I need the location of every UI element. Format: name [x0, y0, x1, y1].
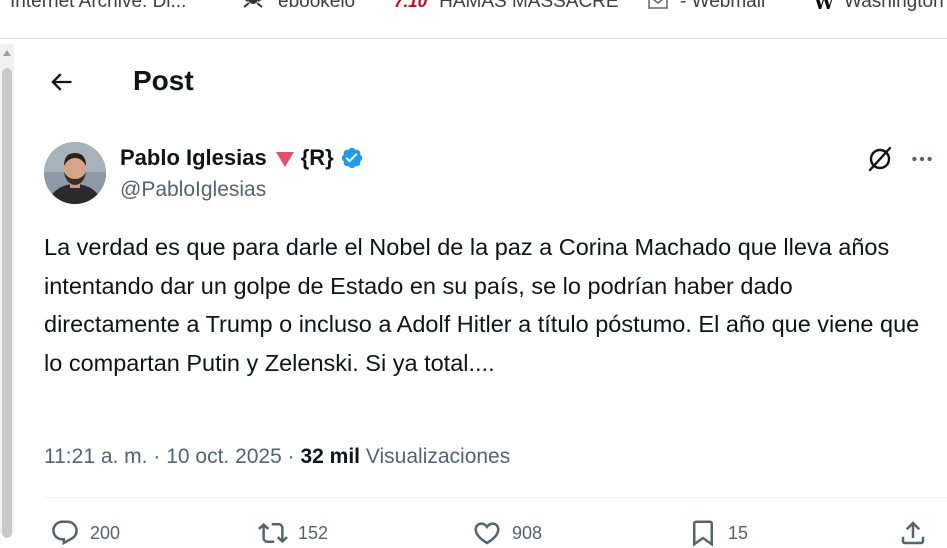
reply-count: 200 [90, 522, 121, 543]
bookmark-label: Internet Archive: Di... [10, 0, 187, 12]
bookmark-label: HAMAS MASSACRE [439, 0, 619, 12]
bookmark-button[interactable]: 15 [688, 518, 748, 548]
more-options-button[interactable] [906, 143, 938, 175]
verified-badge-icon [340, 146, 364, 170]
bookmarks-bar: Internet Archive: Di... ebookelo 7.10 HA… [0, 0, 947, 39]
author-handle[interactable]: @PabloIglesias [120, 176, 266, 204]
bookmark-washington[interactable]: W Washington [812, 0, 944, 14]
scrollbar[interactable] [0, 44, 14, 538]
meta-separator: · [153, 445, 161, 468]
author-tag: {R} [300, 145, 334, 170]
views-count: 32 mil [300, 445, 361, 468]
like-count: 908 [512, 522, 543, 543]
meta-separator: · [287, 445, 295, 468]
share-icon [901, 521, 925, 545]
bookmark-label: - Webmail [680, 0, 766, 12]
bookmark-hamas-massacre[interactable]: 7.10 HAMAS MASSACRE [394, 0, 619, 14]
post-text: La verdad es que para darle el Nobel de … [44, 234, 920, 376]
bookmark-count: 15 [728, 522, 749, 543]
back-button[interactable] [42, 63, 80, 101]
bookmark-internet-archive[interactable]: Internet Archive: Di... [10, 0, 186, 14]
avatar[interactable] [44, 142, 106, 204]
bookmark-webmail[interactable]: - Webmail [648, 0, 765, 14]
grok-icon [868, 146, 892, 172]
post-time[interactable]: 11:21 a. m. [44, 445, 148, 468]
more-dots-icon [912, 156, 932, 162]
post-meta: 11:21 a. m. · 10 oct. 2025 · 32 mil Visu… [44, 442, 510, 472]
reply-button[interactable]: 200 [50, 518, 120, 548]
scroll-up-arrow-icon[interactable] [3, 50, 11, 56]
divider [44, 497, 947, 498]
share-button[interactable] [898, 518, 938, 548]
post-date[interactable]: 10 oct. 2025 [166, 445, 282, 468]
views-label: Visualizaciones [365, 445, 511, 468]
seven-ten-badge: 7.10 [394, 0, 428, 11]
washington-post-icon: W [812, 0, 832, 12]
repost-count: 152 [298, 522, 329, 543]
repost-icon [258, 522, 288, 544]
svg-text:W: W [813, 0, 832, 12]
arrow-left-icon [51, 73, 72, 91]
author-name-row[interactable]: Pablo Iglesias {R} [120, 144, 364, 172]
repost-button[interactable]: 152 [258, 518, 328, 548]
bookmark-ebookelo[interactable]: ebookelo [240, 0, 355, 14]
red-triangle-icon [275, 151, 294, 167]
mail-icon [648, 0, 668, 9]
like-button[interactable]: 908 [472, 518, 542, 548]
grok-button[interactable] [864, 143, 896, 175]
author-name: Pablo Iglesias [120, 145, 267, 170]
reply-icon [52, 520, 78, 546]
heart-icon [474, 522, 500, 545]
bookmark-label: Washington [844, 0, 944, 12]
bookmark-icon [693, 520, 713, 547]
scrollbar-thumb[interactable] [2, 68, 12, 538]
page-title: Post [133, 65, 194, 96]
ebookelo-icon [240, 0, 266, 11]
bookmark-label: ebookelo [278, 0, 356, 12]
